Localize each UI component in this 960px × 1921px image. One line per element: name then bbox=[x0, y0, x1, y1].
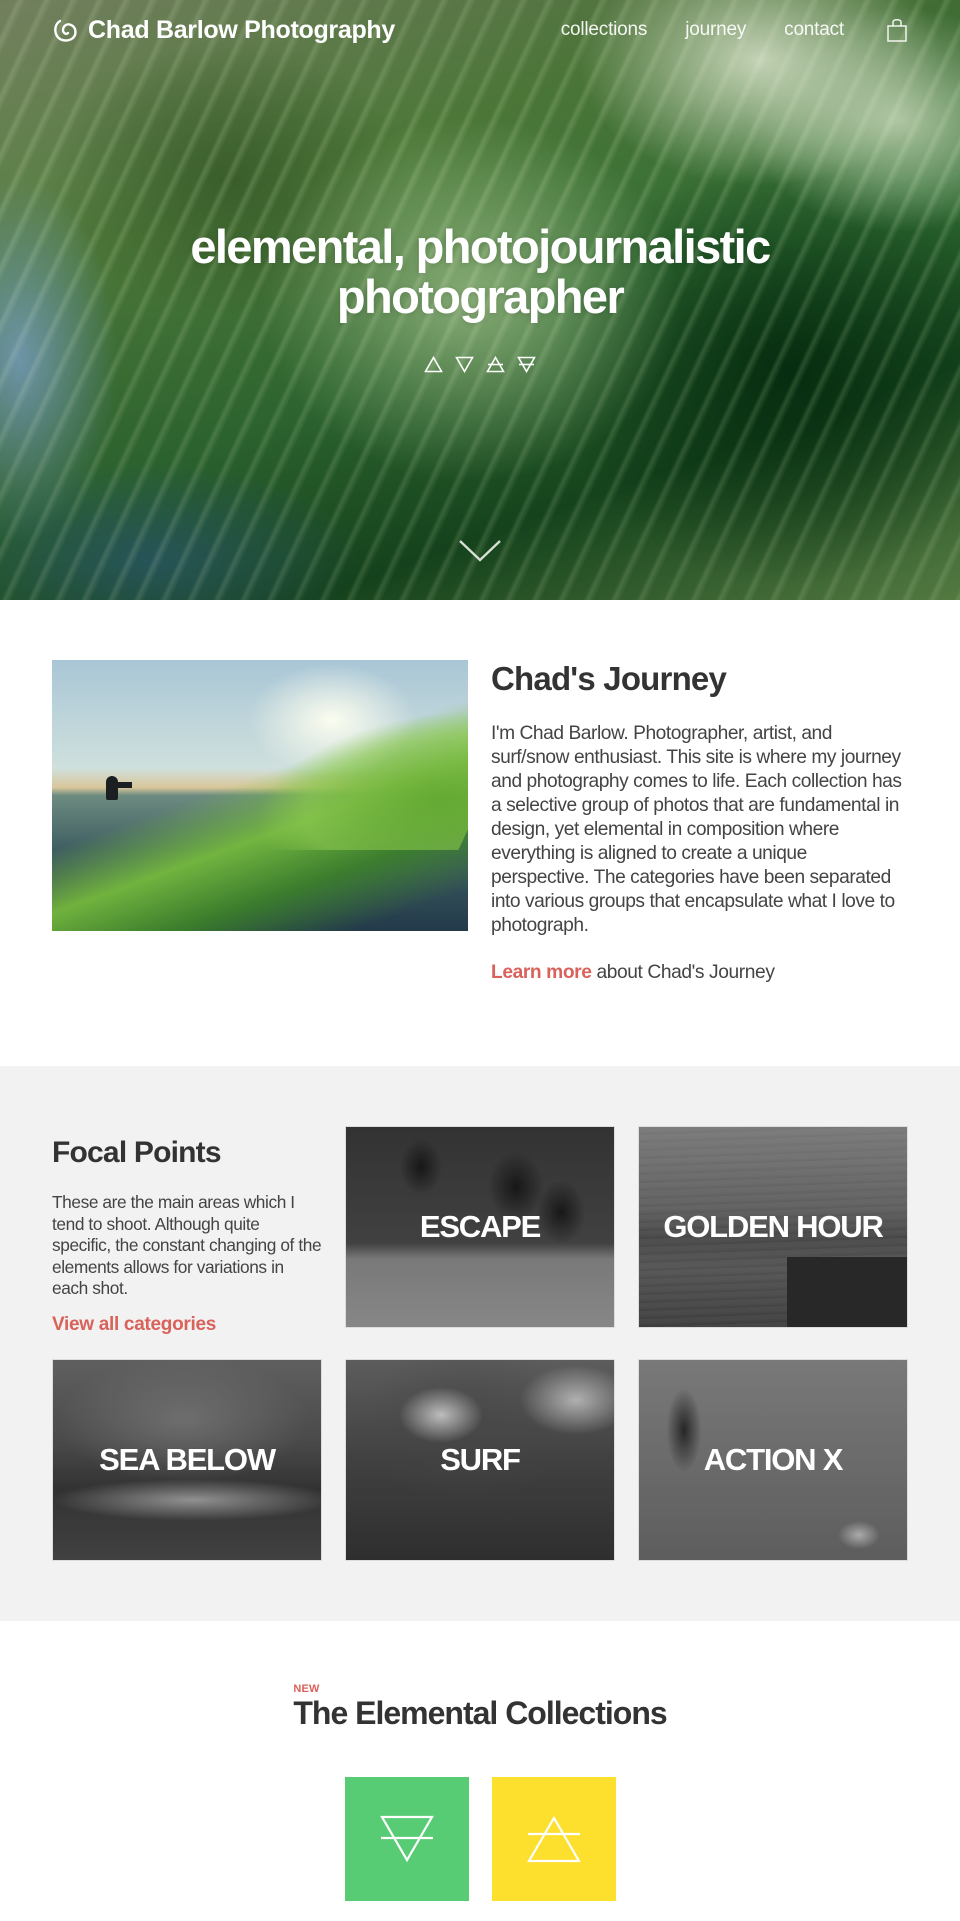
spiral-logo-icon bbox=[54, 19, 77, 42]
category-label: Golden Hour bbox=[663, 1209, 884, 1244]
fire-triangle-icon bbox=[424, 356, 443, 373]
journey-cta: Learn more about Chad's Journey bbox=[491, 962, 908, 984]
nav-links: collections journey contact bbox=[561, 17, 908, 43]
new-badge: NEW bbox=[293, 1682, 320, 1695]
hero-title-line-2: photographer bbox=[336, 270, 625, 323]
category-tile-action-x[interactable]: Action X bbox=[638, 1358, 908, 1561]
earth-triangle-icon bbox=[379, 1815, 434, 1862]
brand-name: Chad Barlow Photography bbox=[88, 15, 396, 44]
view-all-categories-link[interactable]: View all categories bbox=[52, 1314, 216, 1336]
category-tile-surf[interactable]: Surf bbox=[345, 1358, 615, 1561]
journey-title: Chad's Journey bbox=[491, 660, 727, 697]
nav-journey[interactable]: journey bbox=[685, 19, 746, 41]
hero-title: elemental, photojournalistic photographe… bbox=[0, 222, 960, 322]
collections-heading: NEW The Elemental Collections bbox=[293, 1682, 667, 1731]
journey-body: I'm Chad Barlow. Photographer, artist, a… bbox=[491, 723, 902, 936]
focal-body: These are the main areas which I tend to… bbox=[52, 1192, 322, 1298]
earth-triangle-icon bbox=[517, 356, 536, 373]
element-symbols bbox=[0, 356, 960, 373]
air-triangle-icon bbox=[526, 1815, 581, 1862]
air-triangle-icon bbox=[486, 356, 505, 373]
journey-cta-text: about Chad's Journey bbox=[596, 962, 775, 983]
water-triangle-icon bbox=[455, 356, 474, 373]
focal-points-section: Focal Points These are the main areas wh… bbox=[0, 1066, 960, 1621]
category-tile-escape[interactable]: Escape bbox=[345, 1126, 615, 1328]
journey-text: Chad's Journey I'm Chad Barlow. Photogra… bbox=[491, 660, 908, 984]
focal-title: Focal Points bbox=[52, 1136, 222, 1169]
category-label: Surf bbox=[440, 1441, 521, 1477]
collection-tile-air[interactable] bbox=[491, 1776, 616, 1901]
hero-title-line-1: elemental, photojournalistic bbox=[190, 220, 771, 273]
shopping-bag-icon[interactable] bbox=[886, 17, 908, 43]
category-label: Sea Below bbox=[99, 1441, 276, 1477]
journey-photo bbox=[52, 660, 468, 931]
collections-title: The Elemental Collections bbox=[293, 1694, 667, 1731]
category-label: Action X bbox=[703, 1441, 844, 1477]
hero: Chad Barlow Photography collections jour… bbox=[0, 0, 960, 600]
learn-more-link[interactable]: Learn more bbox=[491, 962, 592, 983]
category-tile-golden-hour[interactable]: Golden Hour bbox=[638, 1126, 908, 1328]
journey-section: Chad's Journey I'm Chad Barlow. Photogra… bbox=[0, 600, 960, 1066]
chevron-down-icon[interactable] bbox=[458, 538, 502, 564]
collection-tile-earth[interactable] bbox=[344, 1776, 469, 1901]
focal-intro: Focal Points These are the main areas wh… bbox=[52, 1126, 322, 1336]
photo-wave bbox=[158, 680, 468, 850]
nav-contact[interactable]: contact bbox=[784, 19, 844, 41]
nav-collections[interactable]: collections bbox=[561, 19, 648, 41]
brand-link[interactable]: Chad Barlow Photography bbox=[52, 16, 395, 45]
category-label: Escape bbox=[419, 1209, 541, 1244]
photo-camera bbox=[118, 782, 132, 788]
photo-person bbox=[106, 776, 118, 800]
category-tile-sea-below[interactable]: Sea Below bbox=[52, 1358, 322, 1561]
focal-grid: Focal Points These are the main areas wh… bbox=[52, 1126, 908, 1561]
collection-tiles bbox=[0, 1776, 960, 1901]
top-nav: Chad Barlow Photography collections jour… bbox=[0, 0, 960, 60]
collections-section: NEW The Elemental Collections bbox=[0, 1621, 960, 1921]
